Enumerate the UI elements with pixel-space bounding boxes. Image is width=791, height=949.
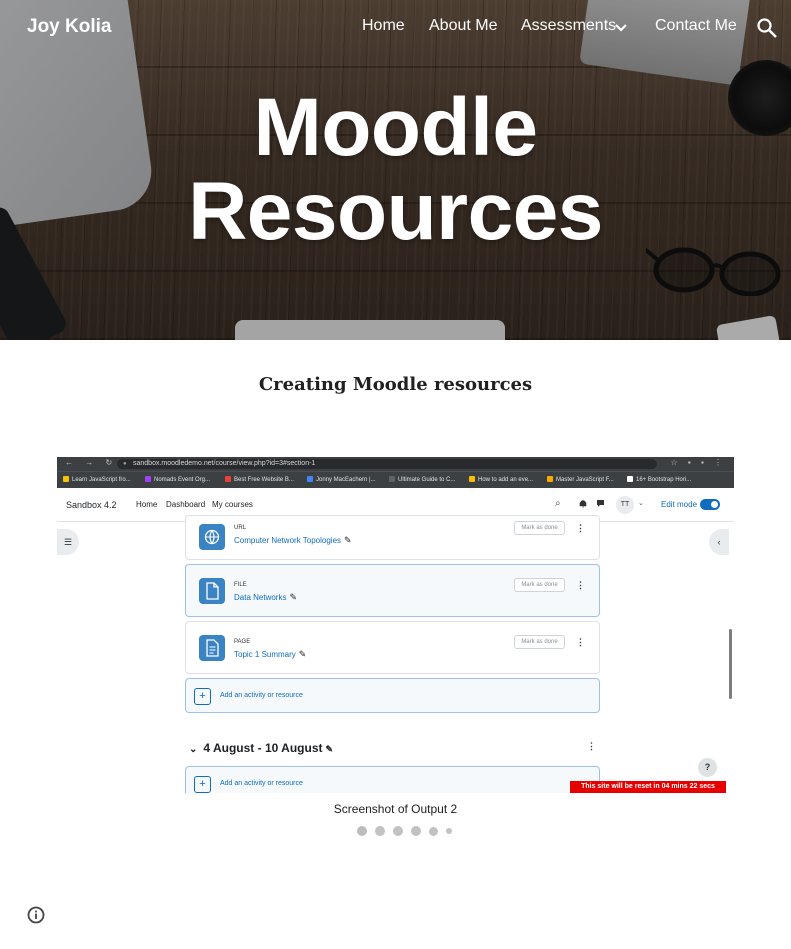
browser-toolbar: ← → ↻ ● sandbox.moodledemo.net/course/vi… (57, 457, 734, 471)
carousel-dot[interactable] (357, 826, 367, 836)
moodle-nav-my-courses: My courses (212, 500, 253, 509)
pencil-icon: ✎ (298, 649, 307, 659)
edit-mode-label: Edit mode (661, 500, 698, 509)
page-icon (199, 635, 225, 661)
mark-as-done-button: Mark as done (514, 635, 565, 649)
plus-icon: + (194, 688, 211, 705)
browser-address-bar: ● sandbox.moodledemo.net/course/view.php… (117, 459, 657, 469)
more-options-icon: ⋮ (587, 741, 596, 751)
bookmark-item: Ultimate Guide to C... (389, 476, 455, 483)
moodle-nav-home: Home (136, 500, 158, 509)
bookmark-favicon-icon (225, 476, 231, 482)
bell-icon (579, 500, 587, 508)
bookmark-favicon-icon (547, 476, 553, 482)
activity-name: Computer Network Topologies ✎ (234, 535, 352, 545)
activity-type: URL (234, 525, 247, 531)
page-title-line-2: Resources (188, 166, 603, 257)
mark-as-done-button: Mark as done (514, 521, 565, 535)
nav-item-about-me[interactable]: About Me (429, 17, 497, 35)
chat-icon (597, 500, 604, 507)
moodle-nav-dashboard: Dashboard (166, 500, 206, 509)
browser-url: sandbox.moodledemo.net/course/view.php?i… (133, 460, 316, 467)
pencil-icon: ✎ (325, 744, 334, 754)
nav-item-contact-me[interactable]: Contact Me (655, 17, 737, 35)
chevron-down-icon: ⌄ (189, 744, 198, 755)
screenshot-image[interactable]: ← → ↻ ● sandbox.moodledemo.net/course/vi… (57, 457, 734, 793)
more-options-icon: ⋮ (576, 523, 585, 533)
activity-card-url: URL Computer Network Topologies ✎ Mark as… (185, 515, 600, 560)
activity-name: Topic 1 Summary ✎ (234, 649, 307, 659)
bookmark-item: Best Free Website B... (225, 476, 294, 483)
activity-type: PAGE (234, 639, 251, 645)
bookmark-favicon-icon (307, 476, 313, 482)
course-index-drawer-icon: ☰ (57, 529, 79, 555)
bookmark-item: How to add an eve... (469, 476, 533, 483)
moodle-search-icon: ⌕ (555, 498, 561, 509)
carousel-dot[interactable] (429, 827, 438, 836)
bookmark-item: Jonny MacEachern |... (307, 476, 376, 483)
help-button: ? (698, 758, 717, 777)
activity-name: Data Networks ✎ (234, 592, 298, 602)
image-caption: Screenshot of Output 2 (333, 802, 458, 816)
chevron-down-icon: ⌄ (638, 500, 644, 507)
moodle-brand: Sandbox 4.2 (66, 500, 117, 510)
avatar: TT (616, 496, 634, 514)
pencil-icon: ✎ (289, 592, 298, 602)
hero-banner: Joy Kolia Home About Me Assessments Cont… (0, 0, 791, 340)
bookmark-item: Master JavaScript F... (547, 476, 614, 483)
main-nav: Home About Me Assessments Contact Me (0, 17, 791, 41)
nav-item-home[interactable]: Home (362, 17, 405, 35)
nav-item-assessments[interactable]: Assessments (521, 17, 616, 35)
browser-nav-arrows-icon: ← → ↻ (65, 458, 118, 467)
mark-as-done-button: Mark as done (514, 578, 565, 592)
page-title-line-1: Moodle (253, 82, 538, 173)
page-title: Moodle Resources (0, 86, 791, 254)
section-heading: Creating Moodle resources (258, 374, 533, 395)
lock-icon: ● (123, 461, 127, 467)
chevron-down-icon[interactable] (612, 19, 630, 37)
add-activity-label: Add an activity or resource (220, 692, 303, 699)
bookmark-item: 16+ Bootstrap Hori... (627, 476, 691, 483)
search-icon[interactable] (756, 17, 778, 39)
reset-warning-banner: This site will be reset in 04 mins 22 se… (570, 781, 726, 793)
add-activity-label: Add an activity or resource (220, 780, 303, 787)
bookmarks-bar: Learn JavaScript fro... Nomads Event Org… (57, 471, 734, 488)
edit-mode-toggle (700, 499, 720, 510)
activity-card-file: FILE Data Networks ✎ Mark as done ⋮ (185, 564, 600, 617)
add-activity-box: + Add an activity or resource (185, 678, 600, 713)
activity-card-page: PAGE Topic 1 Summary ✎ Mark as done ⋮ (185, 621, 600, 674)
scrollbar (729, 629, 732, 699)
block-drawer-chevron-icon: ‹ (709, 529, 729, 555)
more-options-icon: ⋮ (576, 580, 585, 590)
more-options-icon: ⋮ (576, 637, 585, 647)
browser-extension-icons: ☆ ▪ ▪ ⋮ (670, 458, 726, 467)
carousel-dot[interactable] (375, 826, 385, 836)
week-section-title: ⌄ 4 August - 10 August ✎ (189, 741, 334, 755)
carousel-dot[interactable] (411, 826, 421, 836)
file-icon (199, 578, 225, 604)
globe-icon (199, 524, 225, 550)
plus-icon: + (194, 776, 211, 793)
bookmark-favicon-icon (469, 476, 475, 482)
pencil-icon: ✎ (344, 535, 352, 545)
bookmark-favicon-icon (627, 476, 633, 482)
carousel-dot[interactable] (446, 828, 452, 834)
bookmark-favicon-icon (63, 476, 69, 482)
bookmark-favicon-icon (389, 476, 395, 482)
bookmark-item: Nomads Event Org... (145, 476, 210, 483)
activity-type: FILE (234, 582, 247, 588)
info-icon[interactable] (27, 906, 45, 924)
carousel-dot[interactable] (393, 826, 403, 836)
add-activity-box: + Add an activity or resource (185, 766, 600, 793)
bookmark-favicon-icon (145, 476, 151, 482)
bookmark-item: Learn JavaScript fro... (63, 476, 131, 483)
